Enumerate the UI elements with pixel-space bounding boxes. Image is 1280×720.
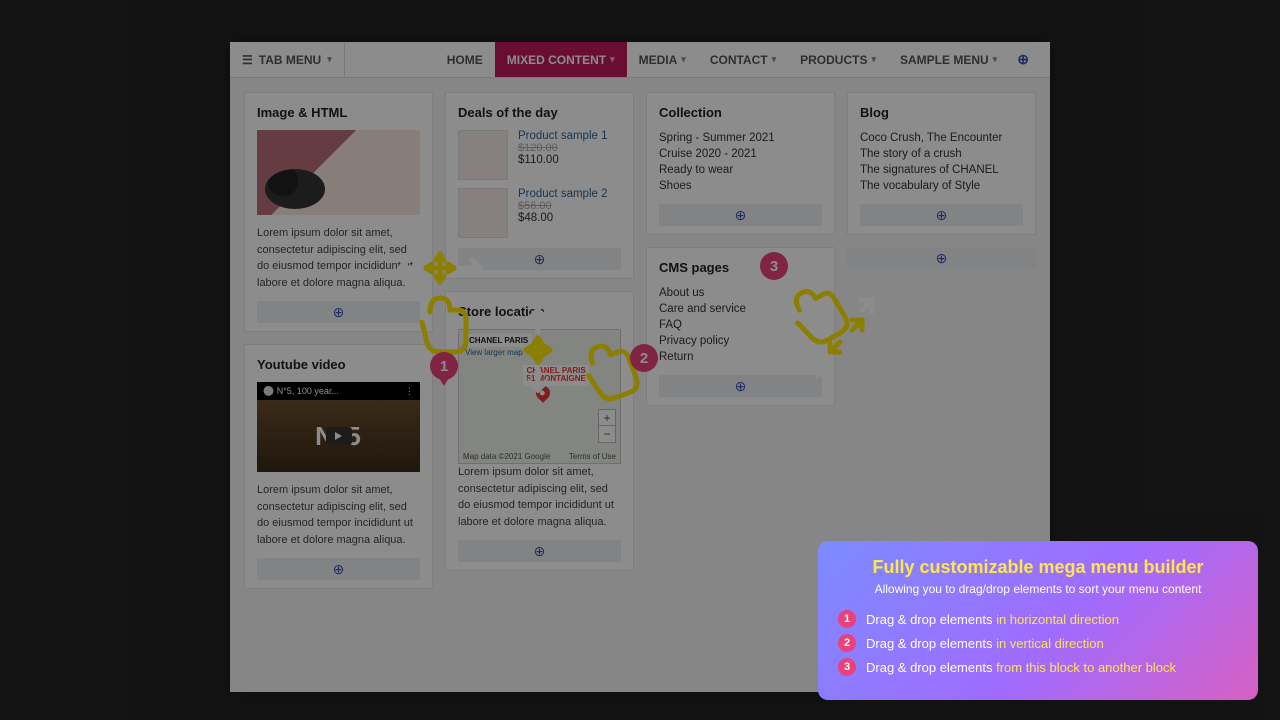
chevron-down-icon: ▾ bbox=[327, 54, 332, 65]
add-element-button[interactable]: ⊕ bbox=[659, 204, 822, 226]
panel-row: 2Drag & drop elements in vertical direct… bbox=[838, 634, 1238, 652]
product-row[interactable]: Product sample 2$56.00$48.00 bbox=[458, 188, 621, 238]
list-item[interactable]: The signatures of CHANEL bbox=[860, 162, 1023, 178]
list-item[interactable]: About us bbox=[659, 285, 822, 301]
map-embed[interactable]: CHANEL PARISView larger mapCHANEL PARIS5… bbox=[458, 329, 621, 464]
add-menu-icon[interactable]: ⊕ bbox=[1017, 51, 1029, 68]
nav-item-mixed-content[interactable]: MIXED CONTENT▾ bbox=[495, 42, 627, 77]
list-item[interactable]: Ready to wear bbox=[659, 162, 822, 178]
card-deals-of-the-day[interactable]: Deals of the dayProduct sample 1$120.00$… bbox=[445, 92, 634, 279]
card-cms-pages[interactable]: CMS pages About usCare and serviceFAQPriv… bbox=[646, 247, 835, 406]
hero-image bbox=[257, 130, 420, 215]
row-badge: 2 bbox=[838, 634, 856, 652]
card-store-location[interactable]: Store location CHANEL PARISView larger ma… bbox=[445, 291, 634, 571]
add-element-button[interactable]: ⊕ bbox=[659, 375, 822, 397]
nav-item-contact[interactable]: CONTACT▾ bbox=[698, 42, 788, 77]
product-row[interactable]: Product sample 1$120.00$110.00 bbox=[458, 130, 621, 180]
list-item[interactable]: The story of a crush bbox=[860, 146, 1023, 162]
youtube-embed[interactable]: ⚪ N°5, 100 year...⋮N°5 bbox=[257, 382, 420, 472]
nav-item-home[interactable]: HOME bbox=[435, 42, 495, 77]
card-title: CMS pages bbox=[659, 260, 822, 275]
panel-title: Fully customizable mega menu builder bbox=[838, 557, 1238, 578]
nav-item-sample-menu[interactable]: SAMPLE MENU▾ bbox=[888, 42, 1009, 77]
product-price: $48.00 bbox=[518, 212, 608, 224]
card-collection[interactable]: Collection Spring - Summer 2021Cruise 202… bbox=[646, 92, 835, 235]
product-old-price: $56.00 bbox=[518, 200, 608, 212]
panel-row: 1Drag & drop elements in horizontal dire… bbox=[838, 610, 1238, 628]
nav-item-media[interactable]: MEDIA▾ bbox=[627, 42, 698, 77]
card-title: Image & HTML bbox=[257, 105, 420, 120]
add-element-button[interactable]: ⊕ bbox=[847, 247, 1036, 269]
panel-subtitle: Allowing you to drag/drop elements to so… bbox=[838, 582, 1238, 596]
card-blog[interactable]: Blog Coco Crush, The EncounterThe story o… bbox=[847, 92, 1036, 235]
add-element-button[interactable]: ⊕ bbox=[458, 540, 621, 562]
tab-menu-label: TAB MENU bbox=[259, 53, 321, 67]
list-item[interactable]: The vocabulary of Style bbox=[860, 178, 1023, 194]
list-item[interactable]: Coco Crush, The Encounter bbox=[860, 130, 1023, 146]
product-thumb bbox=[458, 188, 508, 238]
tab-menu-button[interactable]: ☰ TAB MENU ▾ bbox=[230, 42, 345, 77]
card-title: Store location bbox=[458, 304, 621, 319]
hamburger-icon: ☰ bbox=[242, 53, 253, 67]
add-element-button[interactable]: ⊕ bbox=[860, 204, 1023, 226]
list-item[interactable]: Spring - Summer 2021 bbox=[659, 130, 822, 146]
card-text: Lorem ipsum dolor sit amet, consectetur … bbox=[257, 225, 420, 291]
card-image-html[interactable]: Image & HTML Lorem ipsum dolor sit amet, … bbox=[244, 92, 433, 332]
panel-row: 3Drag & drop elements from this block to… bbox=[838, 658, 1238, 676]
list-item[interactable]: Return bbox=[659, 349, 822, 365]
product-old-price: $120.00 bbox=[518, 142, 608, 154]
card-title: Blog bbox=[860, 105, 1023, 120]
top-nav: ☰ TAB MENU ▾ HOMEMIXED CONTENT▾MEDIA▾CON… bbox=[230, 42, 1050, 78]
list-item[interactable]: Care and service bbox=[659, 301, 822, 317]
product-name[interactable]: Product sample 1 bbox=[518, 130, 608, 142]
card-title: Youtube video bbox=[257, 357, 420, 372]
link-list: About usCare and serviceFAQPrivacy polic… bbox=[659, 285, 822, 365]
list-item[interactable]: Cruise 2020 - 2021 bbox=[659, 146, 822, 162]
add-element-button[interactable]: ⊕ bbox=[257, 558, 420, 580]
list-item[interactable]: FAQ bbox=[659, 317, 822, 333]
card-youtube-video[interactable]: Youtube video ⚪ N°5, 100 year...⋮N°5 Lorem… bbox=[244, 344, 433, 589]
list-item[interactable]: Privacy policy bbox=[659, 333, 822, 349]
info-panel: Fully customizable mega menu builder All… bbox=[818, 541, 1258, 700]
add-element-button[interactable]: ⊕ bbox=[257, 301, 420, 323]
row-badge: 3 bbox=[838, 658, 856, 676]
list-item[interactable]: Shoes bbox=[659, 178, 822, 194]
nav-item-products[interactable]: PRODUCTS▾ bbox=[788, 42, 888, 77]
product-name[interactable]: Product sample 2 bbox=[518, 188, 608, 200]
card-title: Collection bbox=[659, 105, 822, 120]
product-price: $110.00 bbox=[518, 154, 608, 166]
link-list: Spring - Summer 2021Cruise 2020 - 2021Re… bbox=[659, 130, 822, 194]
add-element-button[interactable]: ⊕ bbox=[458, 248, 621, 270]
content-grid: Image & HTML Lorem ipsum dolor sit amet, … bbox=[230, 78, 1050, 603]
product-thumb bbox=[458, 130, 508, 180]
card-title: Deals of the day bbox=[458, 105, 621, 120]
card-text: Lorem ipsum dolor sit amet, consectetur … bbox=[257, 482, 420, 548]
row-badge: 1 bbox=[838, 610, 856, 628]
link-list: Coco Crush, The EncounterThe story of a … bbox=[860, 130, 1023, 194]
card-text: Lorem ipsum dolor sit amet, consectetur … bbox=[458, 464, 621, 530]
